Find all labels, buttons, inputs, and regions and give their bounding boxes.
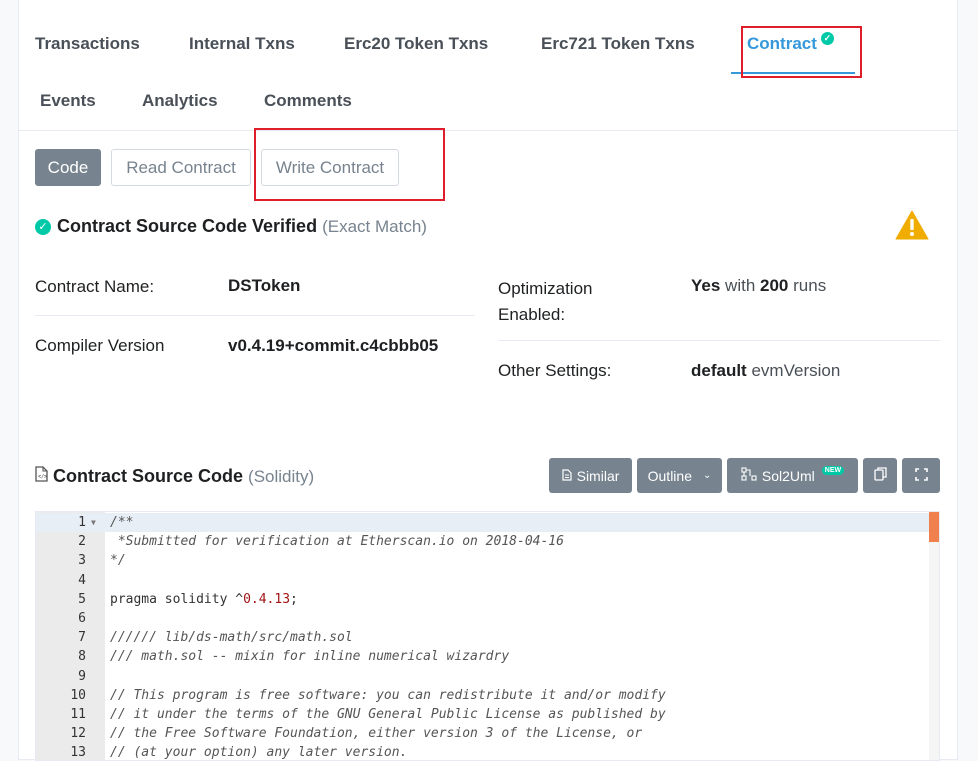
line-number: 1 — [78, 515, 86, 530]
write-contract-button[interactable]: Write Contract — [261, 149, 399, 186]
active-tab-indicator — [731, 72, 855, 74]
info-divider — [498, 340, 940, 341]
document-icon — [562, 468, 572, 484]
line-code: pragma solidity ^0.4.13; — [110, 591, 298, 607]
fold-arrow-icon[interactable]: ▼ — [91, 513, 96, 532]
code-line[interactable]: 5 pragma solidity ^0.4.13; — [36, 590, 931, 609]
tab-contract[interactable]: Contract ✓ — [747, 32, 834, 54]
optimization-runs: 200 — [760, 276, 789, 295]
verified-heading: ✓ Contract Source Code Verified (Exact M… — [35, 216, 427, 237]
code-line[interactable]: 11 // it under the terms of the GNU Gener… — [36, 705, 931, 724]
other-settings-value: default evmVersion — [691, 361, 840, 381]
svg-text:</>: </> — [38, 474, 47, 480]
line-code: /// math.sol -- mixin for inline numeric… — [110, 649, 510, 665]
info-divider — [35, 315, 475, 316]
scrollbar-thumb[interactable] — [929, 512, 939, 542]
line-code: // it under the terms of the GNU General… — [110, 707, 666, 722]
code-line[interactable]: 6 — [36, 609, 931, 628]
sol2uml-button[interactable]: Sol2Uml NEW — [727, 458, 858, 493]
source-code-title: Contract Source Code — [53, 466, 244, 486]
diagram-icon — [741, 467, 757, 484]
line-number: 3 — [78, 553, 86, 569]
code-line[interactable]: 13 // (at your option) any later version. — [36, 743, 931, 761]
optimization-yes: Yes — [691, 276, 721, 295]
line-number: 6 — [78, 611, 86, 626]
line-number: 2 — [78, 534, 86, 550]
exact-match-label: (Exact Match) — [322, 216, 427, 236]
copy-icon — [873, 467, 887, 484]
code-line[interactable]: 2 *Submitted for verification at Ethersc… — [36, 532, 931, 551]
line-code: ////// lib/ds-math/src/math.sol — [110, 630, 353, 646]
line-number: 12 — [70, 726, 86, 742]
file-code-icon: </> — [35, 466, 48, 487]
line-code: // This program is free software: you ca… — [110, 687, 666, 703]
outline-dropdown[interactable]: Outline ⌄ — [637, 458, 722, 493]
line-number: 10 — [70, 687, 86, 703]
tab-erc721-token-txns[interactable]: Erc721 Token Txns — [541, 34, 695, 54]
tab-contract-label: Contract — [747, 34, 817, 53]
code-line[interactable]: 9 — [36, 667, 931, 686]
verified-title: Contract Source Code Verified — [57, 216, 318, 236]
editor-scrollbar[interactable] — [929, 512, 939, 760]
code-button[interactable]: Code — [35, 149, 101, 186]
line-code: // (at your option) any later version. — [110, 745, 408, 761]
similar-label: Similar — [576, 467, 620, 484]
code-editor[interactable]: 1 ▼ /** 2 *Submitted for verification at Et… — [35, 511, 940, 761]
line-code: /** — [110, 515, 134, 530]
line-number: 8 — [78, 649, 86, 665]
outline-label: Outline — [647, 467, 692, 484]
line-number: 9 — [78, 668, 86, 684]
code-line[interactable]: 3 */ — [36, 551, 931, 570]
line-code: */ — [110, 553, 126, 569]
warning-icon[interactable] — [895, 210, 929, 245]
optimization-label: Optimization Enabled: — [498, 279, 593, 324]
line-number: 5 — [78, 591, 86, 607]
other-settings-label: Other Settings: — [498, 361, 612, 380]
optimization-runs-word: runs — [793, 276, 827, 295]
line-number: 11 — [70, 707, 86, 722]
contract-name-value: DSToken — [228, 276, 301, 295]
read-contract-button[interactable]: Read Contract — [111, 149, 251, 186]
tabs-divider — [18, 130, 958, 131]
source-code-heading: </> Contract Source Code (Solidity) — [35, 466, 314, 487]
line-number: 13 — [70, 745, 86, 761]
optimization-with: with — [725, 276, 756, 295]
optimization-value: Yes with 200 runs — [691, 276, 826, 296]
similar-button[interactable]: Similar — [549, 458, 632, 493]
tab-erc20-token-txns[interactable]: Erc20 Token Txns — [344, 34, 488, 54]
chevron-down-icon: ⌄ — [702, 470, 712, 481]
code-line[interactable]: 12 // the Free Software Foundation, eithe… — [36, 724, 931, 743]
verified-check-icon: ✓ — [35, 218, 51, 235]
other-settings-default: default — [691, 361, 747, 380]
code-line[interactable]: 10 // This program is free software: you … — [36, 686, 931, 705]
fullscreen-button[interactable] — [902, 458, 940, 493]
other-settings-evmversion: evmVersion — [751, 361, 841, 380]
source-code-lang: (Solidity) — [248, 466, 315, 486]
line-number: 7 — [78, 630, 86, 646]
compiler-version-label: Compiler Version — [35, 336, 165, 355]
code-line[interactable]: 1 ▼ /** — [36, 513, 931, 532]
compiler-version-value: v0.4.19+commit.c4cbbb05 — [228, 336, 439, 355]
tab-transactions[interactable]: Transactions — [35, 34, 140, 54]
copy-button[interactable] — [863, 458, 897, 493]
expand-icon — [914, 467, 928, 484]
tab-internal-txns[interactable]: Internal Txns — [189, 34, 295, 54]
verified-check-icon: ✓ — [820, 32, 834, 45]
contract-name-label: Contract Name: — [35, 277, 155, 296]
sol2uml-label: Sol2Uml — [761, 467, 815, 484]
tab-analytics[interactable]: Analytics — [142, 91, 218, 111]
code-line[interactable]: 8 /// math.sol -- mixin for inline numeri… — [36, 647, 931, 666]
new-badge: NEW — [821, 466, 845, 475]
tab-events[interactable]: Events — [40, 91, 96, 111]
line-code: *Submitted for verification at Etherscan… — [110, 534, 564, 550]
code-line[interactable]: 7 ////// lib/ds-math/src/math.sol — [36, 628, 931, 647]
line-number: 4 — [78, 572, 86, 588]
tab-comments[interactable]: Comments — [264, 91, 352, 111]
code-line[interactable]: 4 — [36, 571, 931, 590]
line-code: // the Free Software Foundation, either … — [110, 726, 643, 742]
